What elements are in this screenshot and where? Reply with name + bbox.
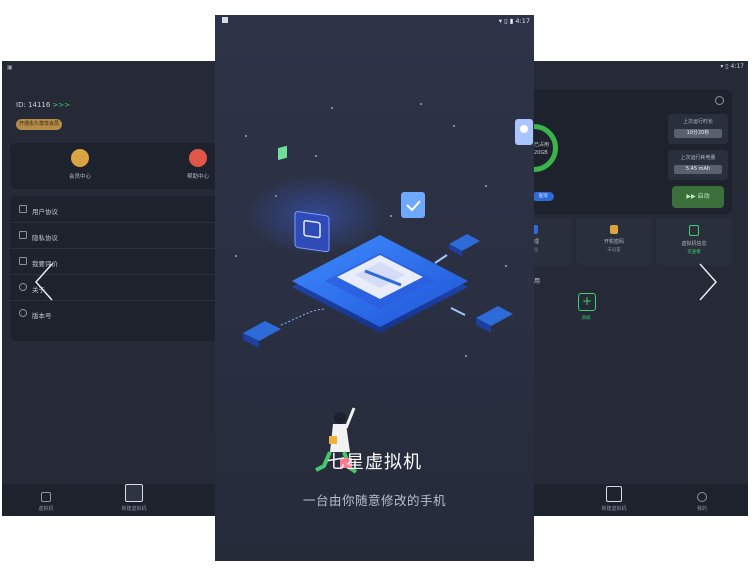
help-center-card[interactable]: 帮助中心 <box>168 149 218 180</box>
menu-version[interactable]: 版本号 <box>10 300 218 326</box>
settings-gear-icon[interactable] <box>715 96 724 105</box>
storage-text: 已占用 20GB <box>534 142 550 156</box>
new-vm-icon <box>125 484 143 502</box>
help-icon <box>189 149 207 167</box>
splash-screen: ▾ ▯ ▮ 4:17 七星虚拟机 一台由你随意修改的手机 <box>215 15 534 561</box>
app-title: 七星虚拟机 <box>327 452 422 473</box>
status-bar-left: ▣ <box>7 64 13 71</box>
check-shield-icon <box>401 192 425 218</box>
add-app-button[interactable]: + <box>578 293 596 311</box>
last-run-time-box: 上次运行时长 10分20秒 <box>668 114 728 144</box>
vm-app-icon <box>294 211 330 253</box>
storage-query-button[interactable]: 查询 <box>532 192 554 201</box>
carousel-next-arrow[interactable] <box>698 262 718 302</box>
user-id: ID: 14116 >>> <box>16 101 71 109</box>
tab-new-vm[interactable]: 新建虚拟机 <box>114 484 154 512</box>
bottom-tab-bar-left: 虚拟机 新建虚拟机 <box>2 484 218 516</box>
member-center-card[interactable]: 会员中心 <box>50 149 110 180</box>
vip-button[interactable]: 开通永久尊享会员 <box>16 119 62 130</box>
start-button[interactable]: ▶▶ 启动 <box>672 186 724 208</box>
status-bar-right: ▾ ▯ 4:17 <box>720 63 744 70</box>
comment-icon <box>19 257 27 265</box>
carousel-prev-arrow[interactable] <box>34 262 54 302</box>
tab-mine[interactable]: 我的 <box>682 492 722 512</box>
bottom-tab-bar-right: 新建虚拟机 我的 <box>532 484 748 516</box>
crown-icon <box>71 149 89 167</box>
new-vm-icon <box>606 486 622 502</box>
last-battery-box: 上次运行耗电量 5.45 mAh <box>668 150 728 180</box>
document-icon <box>19 205 27 213</box>
phone-icon <box>41 492 51 502</box>
person-illustration <box>315 407 358 474</box>
info-icon <box>19 309 27 317</box>
lock-icon <box>610 225 618 234</box>
tab-new-vm-right[interactable]: 新建虚拟机 <box>594 486 634 512</box>
grid-vm-info[interactable]: 虚拟机信息 可查看 <box>656 218 732 265</box>
menu-privacy[interactable]: 隐私协议 <box>10 222 218 249</box>
privacy-icon <box>19 231 27 239</box>
user-icon <box>697 492 707 502</box>
power-icon <box>19 283 27 291</box>
add-app-label: 添加 <box>581 316 591 321</box>
apps-section-label: 用 <box>534 278 541 285</box>
vm-overview-card: 已占用 20GB 查询 上次运行时长 10分20秒 上次运行耗电量 5.45 mA… <box>532 90 732 214</box>
virtual-machine-illustration <box>243 119 533 348</box>
phone-info-icon <box>689 225 699 236</box>
tab-vm[interactable]: 虚拟机 <box>26 492 66 512</box>
app-slogan: 一台由你随意修改的手机 <box>302 493 446 508</box>
id-arrow: >>> <box>52 101 71 109</box>
grid-clean[interactable]: 清理优化 <box>532 218 572 265</box>
member-cards: 会员中心 帮助中心 <box>10 143 218 189</box>
menu-user-agreement[interactable]: 用户协议 <box>10 196 218 223</box>
grid-boot-password[interactable]: 开机密码 未设置 <box>576 218 652 265</box>
